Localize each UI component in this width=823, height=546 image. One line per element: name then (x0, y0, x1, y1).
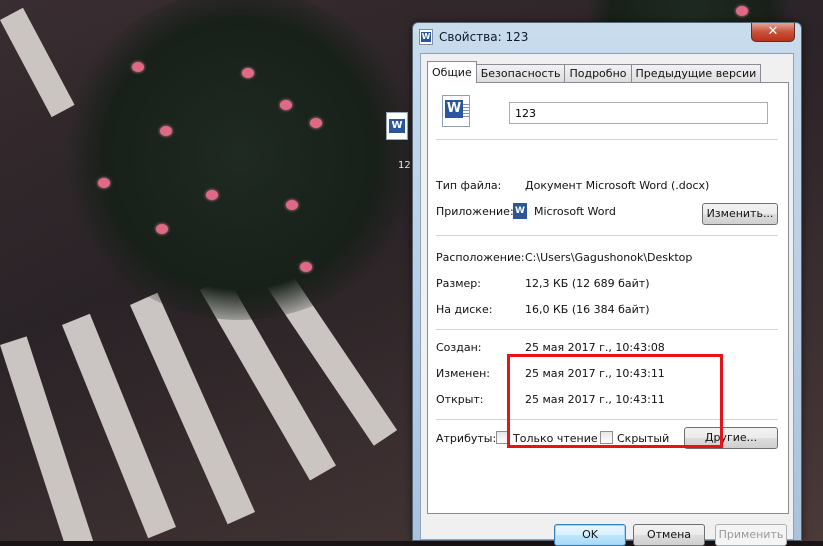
divider (436, 139, 778, 140)
file-name-input[interactable] (509, 102, 768, 124)
created-label: Создан: (436, 341, 482, 354)
tree-foliage (60, 0, 420, 320)
window-title: Свойства: 123 (439, 30, 529, 44)
flower (310, 118, 322, 128)
document-icon: W (386, 112, 408, 140)
flower (156, 224, 168, 234)
properties-dialog: Свойства: 123 ✕ Общие Безопасность Подро… (412, 22, 802, 546)
location-value: C:\Users\Gagushonok\Desktop (525, 251, 693, 264)
cancel-button[interactable]: Отмена (633, 524, 705, 546)
word-app-icon: W (513, 203, 527, 219)
divider (436, 329, 778, 330)
general-tab-panel: W Тип файла: Документ Microsoft Word (.d… (427, 82, 789, 514)
flower (132, 62, 144, 72)
word-file-icon (419, 29, 433, 45)
flower (300, 262, 312, 272)
dialog-client-area: Общие Безопасность Подробно Предыдущие в… (420, 53, 794, 546)
tab-security[interactable]: Безопасность (475, 64, 566, 83)
tab-details[interactable]: Подробно (564, 64, 632, 83)
size-on-disk-label: На диске: (436, 303, 493, 316)
accessed-label: Открыт: (436, 393, 484, 406)
location-label: Расположение: (436, 251, 525, 264)
timestamps-highlight-box (507, 354, 723, 448)
title-bar[interactable]: Свойства: 123 ✕ (413, 23, 801, 51)
flower (206, 190, 218, 200)
flower (98, 178, 110, 188)
flower (160, 126, 172, 136)
close-button[interactable]: ✕ (751, 23, 795, 42)
word-document-icon: W (442, 95, 470, 127)
application-value: Microsoft Word (534, 205, 616, 218)
ok-button[interactable]: OK (554, 524, 626, 546)
flower (286, 200, 298, 210)
divider (436, 235, 778, 236)
tab-general[interactable]: Общие (427, 61, 477, 83)
attributes-label: Атрибуты: (436, 432, 497, 445)
file-type-label: Тип файла: (436, 179, 502, 192)
apply-button[interactable]: Применить (715, 524, 787, 546)
tab-previous-versions[interactable]: Предыдущие версии (630, 64, 762, 83)
created-value: 25 мая 2017 г., 10:43:08 (525, 341, 665, 354)
crosswalk-stripe (0, 7, 75, 118)
size-on-disk-value: 16,0 КБ (16 384 байт) (525, 303, 650, 316)
change-app-button[interactable]: Изменить... (702, 203, 778, 225)
desktop-icon-label[interactable]: 12 (398, 160, 411, 171)
tab-strip: Общие Безопасность Подробно Предыдущие в… (427, 61, 762, 83)
flower (280, 100, 292, 110)
size-value: 12,3 КБ (12 689 байт) (525, 277, 650, 290)
flower (736, 6, 748, 16)
application-label: Приложение: (436, 205, 514, 218)
size-label: Размер: (436, 277, 481, 290)
file-type-value: Документ Microsoft Word (.docx) (525, 179, 710, 192)
flower (242, 68, 254, 78)
modified-label: Изменен: (436, 367, 491, 380)
word-document-desktop-icon[interactable]: W (386, 112, 412, 144)
